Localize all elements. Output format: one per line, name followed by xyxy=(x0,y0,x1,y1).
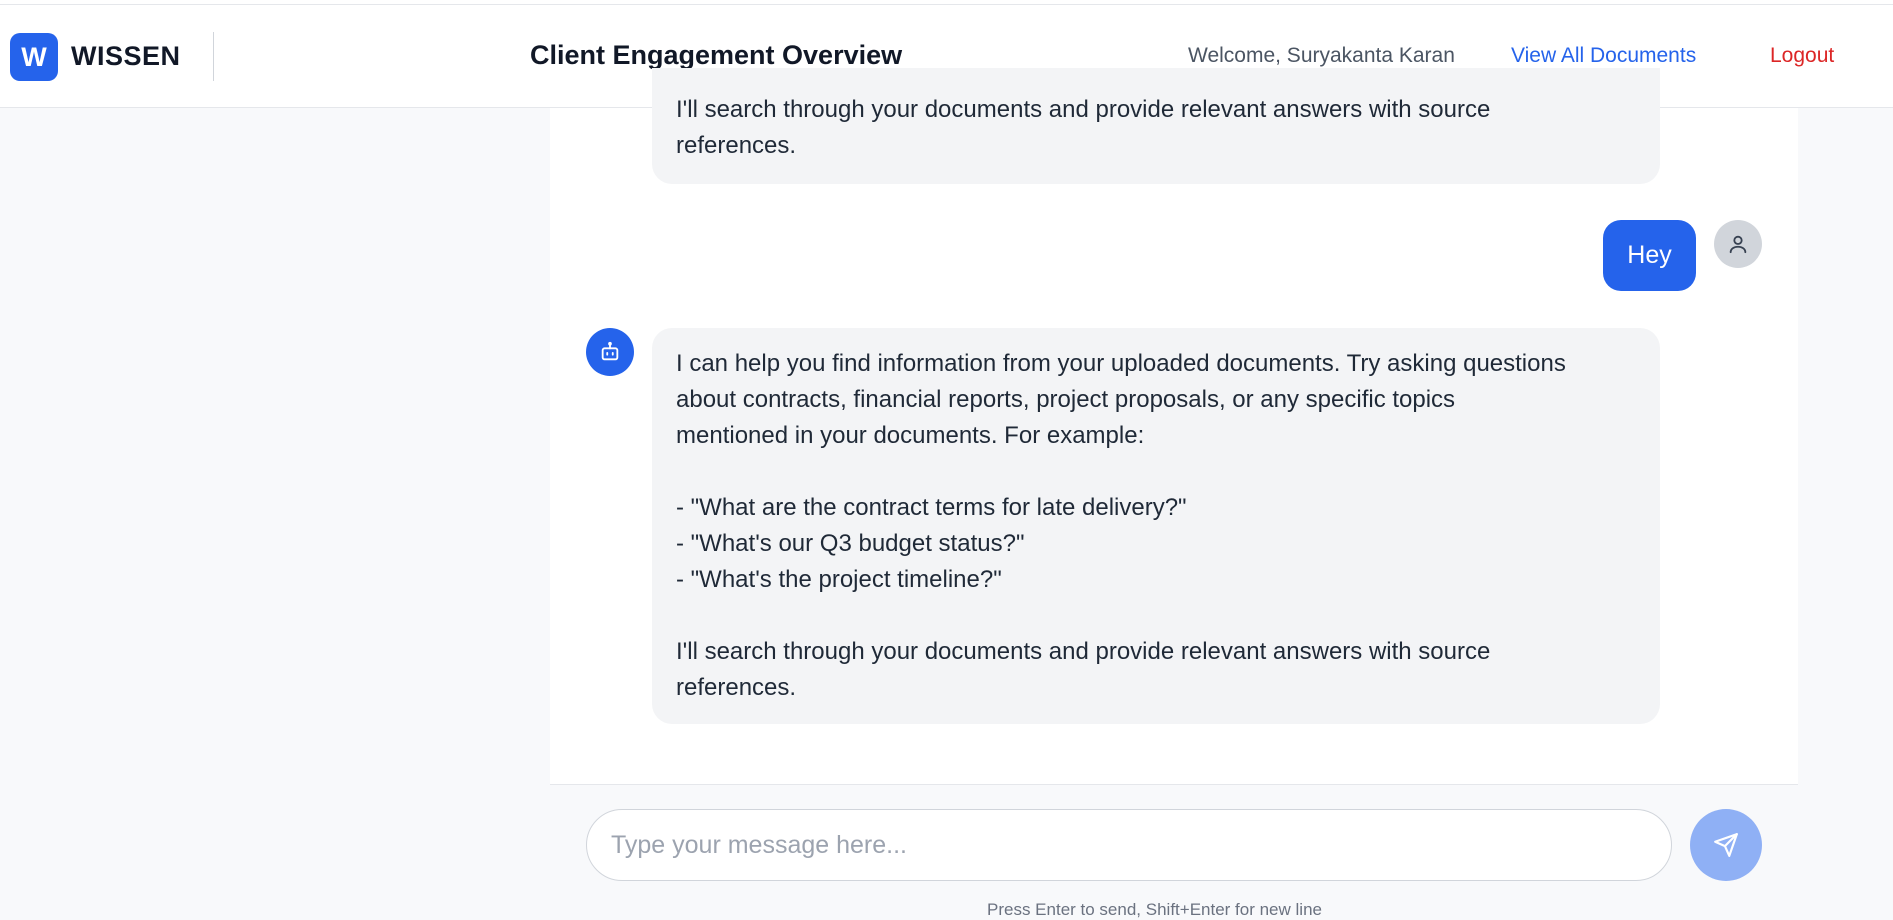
bot-avatar xyxy=(586,328,634,376)
user-avatar xyxy=(1714,220,1762,268)
send-button[interactable] xyxy=(1690,809,1762,881)
send-icon xyxy=(1714,833,1738,857)
header-divider xyxy=(213,32,214,81)
user-icon xyxy=(1729,235,1747,254)
assistant-message: I can help you find information from you… xyxy=(652,328,1660,724)
composer-hint: Press Enter to send, Shift+Enter for new… xyxy=(987,900,1322,919)
logout-link[interactable]: Logout xyxy=(1770,44,1834,68)
composer-divider xyxy=(550,784,1798,785)
view-all-documents-link[interactable]: View All Documents xyxy=(1511,44,1696,68)
brand-name[interactable]: WISSEN xyxy=(71,41,181,72)
logo-badge[interactable]: W xyxy=(10,33,58,81)
user-message: Hey xyxy=(1603,220,1696,291)
welcome-text: Welcome, Suryakanta Karan xyxy=(1188,44,1455,67)
page-title: Client Engagement Overview xyxy=(530,40,903,70)
assistant-message: I'll search through your documents and p… xyxy=(652,68,1660,184)
message-input[interactable] xyxy=(586,809,1672,881)
bot-icon xyxy=(601,341,619,361)
